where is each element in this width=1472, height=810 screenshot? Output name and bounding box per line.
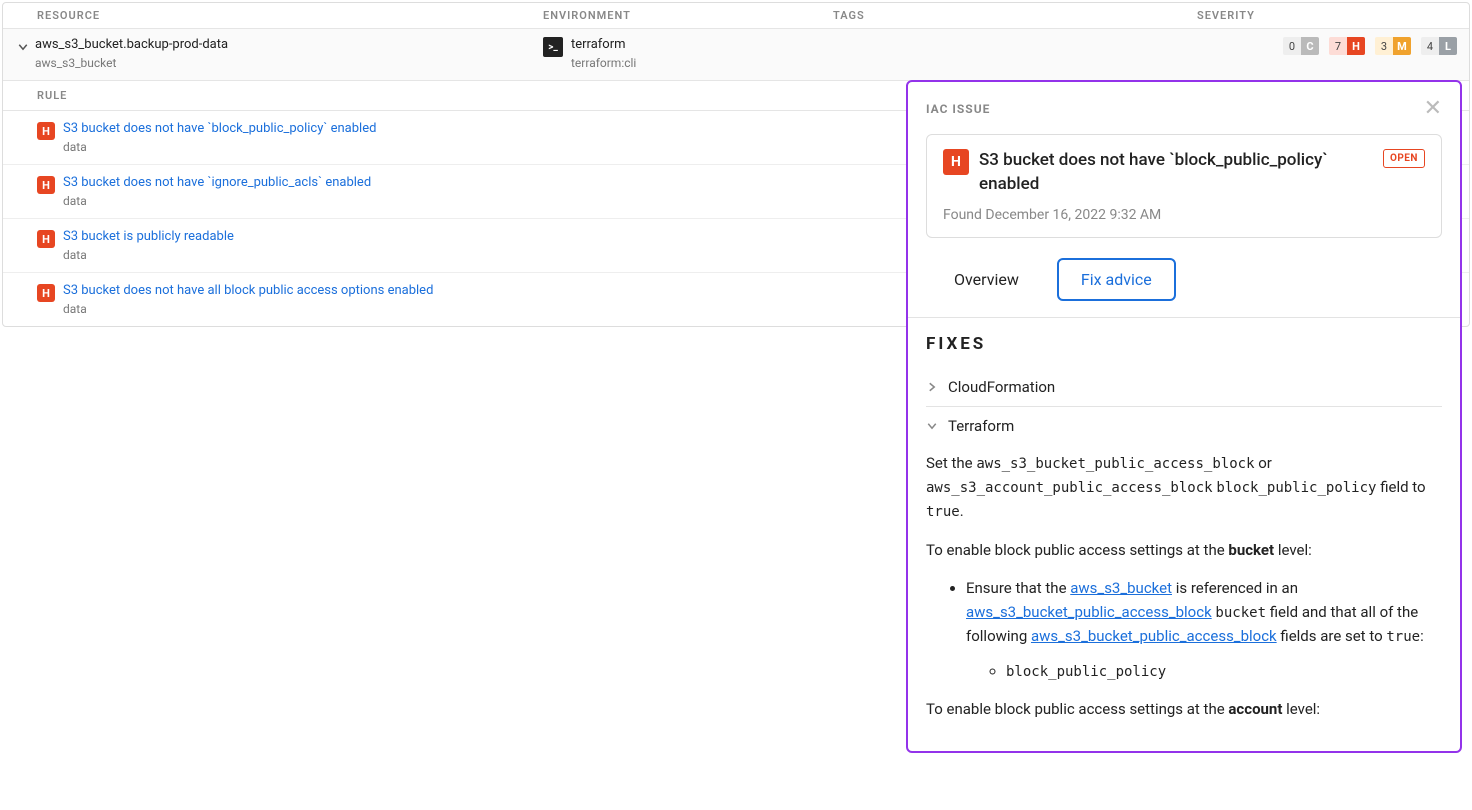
iac-issue-panel: IAC ISSUE ✕ H S3 bucket does not have `b… — [906, 80, 1462, 753]
rule-title[interactable]: S3 bucket is publicly readable — [63, 229, 234, 244]
env-sub: terraform:cli — [571, 56, 636, 70]
severity-badge-high: H — [37, 284, 55, 302]
col-tags: TAGS — [833, 9, 1197, 22]
field-name: block_public_policy — [1006, 664, 1166, 680]
severity-badge-high: H — [943, 149, 969, 175]
link-access-block-2[interactable]: aws_s3_bucket_public_access_block — [1031, 627, 1277, 645]
panel-tabs: Overview Fix advice — [930, 258, 1438, 301]
fix-terraform-label: Terraform — [948, 417, 1014, 435]
divider — [908, 317, 1460, 318]
env-name: terraform — [571, 37, 636, 52]
resource-row[interactable]: aws_s3_bucket.backup-prod-data aws_s3_bu… — [3, 29, 1469, 81]
chevron-down-icon — [926, 420, 938, 432]
severity-badge-high: H — [37, 122, 55, 140]
fix-cloudformation-toggle[interactable]: CloudFormation — [926, 378, 1442, 396]
tab-fix-advice[interactable]: Fix advice — [1057, 258, 1176, 301]
rule-category: data — [63, 140, 376, 154]
rule-category: data — [63, 248, 234, 262]
table-header-row: RESOURCE ENVIRONMENT TAGS SEVERITY — [3, 3, 1469, 29]
link-aws-s3-bucket[interactable]: aws_s3_bucket — [1070, 579, 1172, 597]
panel-header: IAC ISSUE — [926, 102, 990, 116]
fixes-heading: FIXES — [926, 334, 1442, 354]
issue-found-time: Found December 16, 2022 9:32 AM — [943, 207, 1425, 223]
severity-badge-high: H — [37, 230, 55, 248]
terminal-icon: >_ — [543, 37, 563, 57]
fix-cloudformation-label: CloudFormation — [948, 378, 1055, 396]
chevron-right-icon — [926, 381, 938, 393]
resource-type: aws_s3_bucket — [35, 56, 543, 70]
severity-high: 7H — [1329, 37, 1365, 55]
fix-terraform-toggle[interactable]: Terraform — [926, 417, 1442, 435]
rule-title[interactable]: S3 bucket does not have `ignore_public_a… — [63, 175, 371, 190]
issue-summary: H S3 bucket does not have `block_public_… — [926, 134, 1442, 238]
status-badge-open: OPEN — [1383, 149, 1425, 168]
severity-badge-high: H — [37, 176, 55, 194]
resource-name: aws_s3_bucket.backup-prod-data — [35, 37, 543, 52]
rule-category: data — [63, 194, 371, 208]
severity-low: 4L — [1421, 37, 1457, 55]
tab-overview[interactable]: Overview — [930, 258, 1043, 301]
rule-title[interactable]: S3 bucket does not have all block public… — [63, 283, 433, 298]
chevron-down-icon[interactable] — [17, 41, 29, 53]
issue-title: S3 bucket does not have `block_public_po… — [979, 149, 1373, 197]
col-severity: SEVERITY — [1197, 9, 1469, 22]
col-resource: RESOURCE — [3, 9, 543, 22]
col-environment: ENVIRONMENT — [543, 9, 833, 22]
severity-medium: 3M — [1375, 37, 1411, 55]
severity-critical: 0C — [1283, 37, 1319, 55]
close-icon[interactable]: ✕ — [1424, 98, 1442, 120]
rule-title[interactable]: S3 bucket does not have `block_public_po… — [63, 121, 376, 136]
rule-category: data — [63, 302, 433, 316]
link-access-block-1[interactable]: aws_s3_bucket_public_access_block — [966, 603, 1212, 621]
fix-terraform-body: Set the aws_s3_bucket_public_access_bloc… — [926, 451, 1442, 721]
fix-bullet: Ensure that the aws_s3_bucket is referen… — [966, 576, 1442, 683]
